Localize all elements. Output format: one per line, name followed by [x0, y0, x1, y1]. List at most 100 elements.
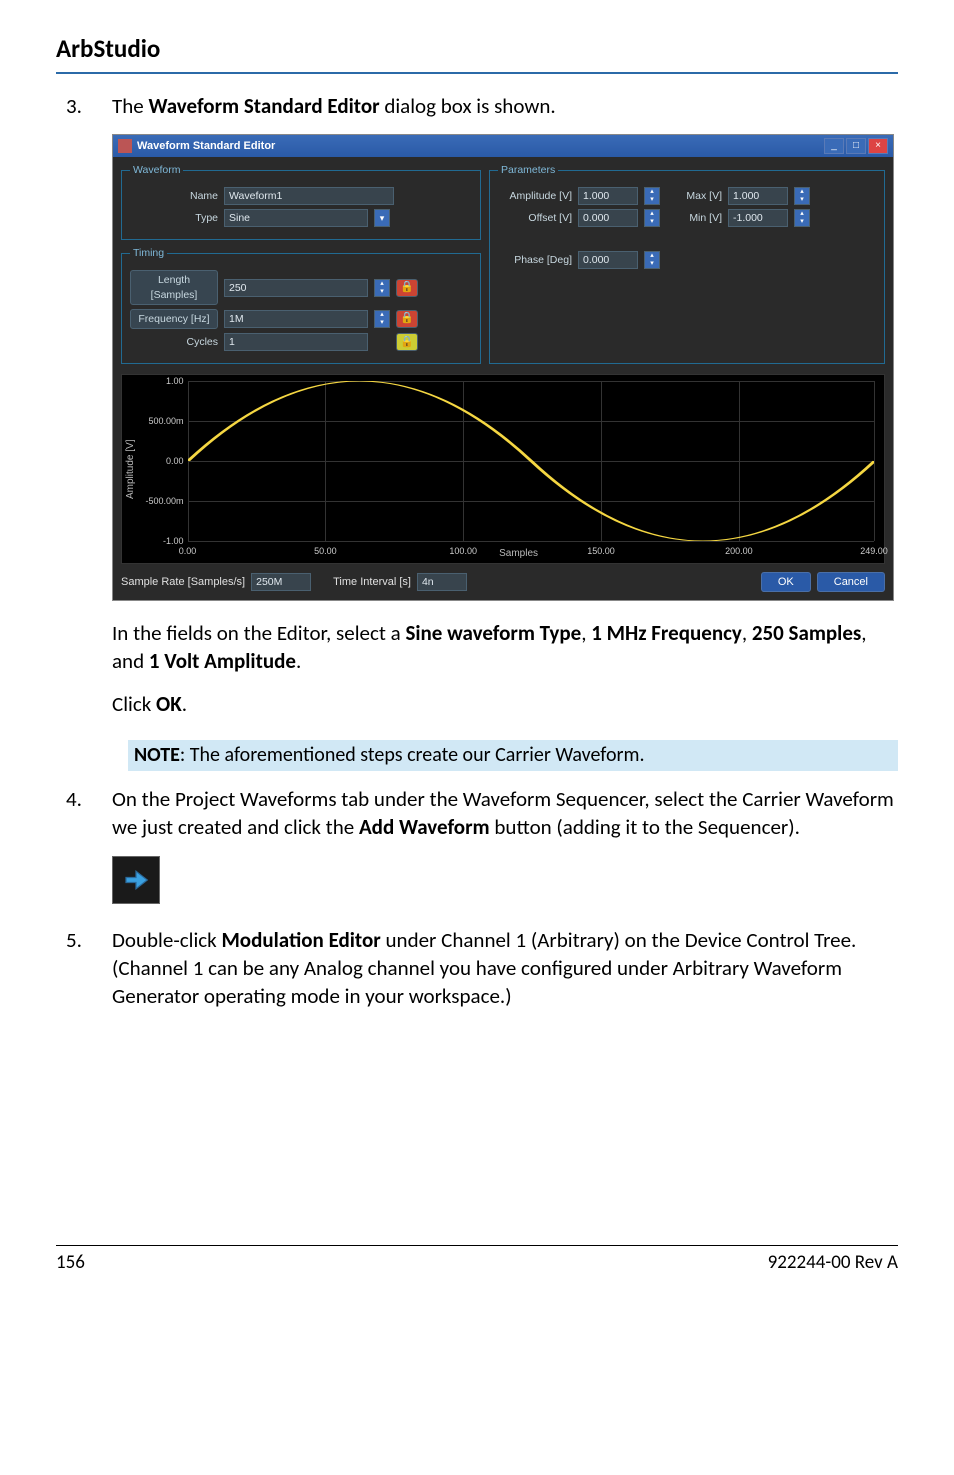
max-input[interactable]	[728, 187, 788, 205]
xtick: 0.00	[179, 545, 197, 557]
minimize-button[interactable]: _	[824, 138, 844, 154]
xtick: 50.00	[314, 545, 337, 557]
parameters-legend: Parameters	[498, 163, 558, 177]
text: ,	[742, 620, 752, 646]
step-3-number: 3.	[56, 92, 112, 732]
text-bold: OK	[156, 691, 182, 717]
type-select[interactable]	[224, 209, 368, 227]
sample-rate-input[interactable]	[251, 573, 311, 591]
sine-curve	[188, 381, 875, 541]
step-3-click-ok: Click OK.	[112, 690, 898, 718]
step-4-text: On the Project Waveforms tab under the W…	[112, 785, 898, 842]
text-bold: Modulation Editor	[221, 927, 380, 953]
text-bold: 1 Volt Amplitude	[149, 648, 296, 674]
ytick: 1.00	[142, 375, 184, 387]
offset-input[interactable]	[578, 209, 638, 227]
step-4-number: 4.	[56, 785, 112, 918]
ytick: 500.00m	[142, 415, 184, 427]
note-label: NOTE	[134, 743, 180, 767]
text: The	[112, 93, 148, 119]
text: ,	[581, 620, 591, 646]
add-waveform-icon	[112, 856, 160, 904]
chevron-down-icon[interactable]: ▾	[374, 209, 390, 227]
frequency-input[interactable]	[224, 310, 368, 328]
step-4: 4. On the Project Waveforms tab under th…	[56, 785, 898, 918]
phase-label: Phase [Deg]	[498, 253, 572, 267]
app-icon	[118, 139, 132, 153]
ytick: -500.00m	[142, 495, 184, 507]
text: button (adding it to the Sequencer).	[490, 814, 800, 840]
min-input[interactable]	[728, 209, 788, 227]
xtick: 100.00	[449, 545, 477, 557]
note-callout: NOTE: The aforementioned steps create ou…	[128, 740, 898, 771]
amplitude-label: Amplitude [V]	[498, 189, 572, 203]
arrow-right-icon	[121, 865, 151, 895]
waveform-group: Waveform Name Type ▾	[121, 163, 481, 240]
note-text: : The aforementioned steps create our Ca…	[180, 743, 645, 767]
ytick: 0.00	[142, 455, 184, 467]
min-label: Min [V]	[666, 211, 722, 225]
text-bold: Sine waveform Type	[405, 620, 581, 646]
sample-rate-label: Sample Rate [Samples/s]	[121, 575, 245, 590]
step-3-instructions: In the fields on the Editor, select a Si…	[112, 619, 898, 676]
text-bold: 1 MHz Frequency	[591, 620, 742, 646]
length-lock-icon[interactable]: 🔒	[396, 279, 418, 297]
parameters-group: Parameters Amplitude [V] ▴▾ Max [V] ▴▾ O…	[489, 163, 885, 364]
timing-group: Timing Length [Samples] ▴▾ 🔒 Frequency […	[121, 246, 481, 364]
chart-xlabel: Samples	[499, 547, 538, 561]
step-5-number: 5.	[56, 926, 112, 1025]
frequency-lock-icon[interactable]: 🔒	[396, 310, 418, 328]
text-bold: 250 Samples	[752, 620, 861, 646]
offset-spinner[interactable]: ▴▾	[644, 209, 660, 227]
page-header-title: ArbStudio	[56, 32, 898, 66]
length-button[interactable]: Length [Samples]	[130, 270, 218, 304]
cycles-lock-icon[interactable]: 🔒	[396, 333, 418, 351]
close-button[interactable]: ×	[868, 138, 888, 154]
step-3: 3. The Waveform Standard Editor dialog b…	[56, 92, 898, 732]
step-5-text: Double-click Modulation Editor under Cha…	[112, 926, 898, 1011]
waveform-legend: Waveform	[130, 163, 183, 177]
ok-button[interactable]: OK	[761, 572, 811, 592]
step-3-intro: The Waveform Standard Editor dialog box …	[112, 92, 898, 120]
frequency-spinner[interactable]: ▴▾	[374, 310, 390, 328]
xtick: 200.00	[725, 545, 753, 557]
text-bold: Add Waveform	[359, 814, 490, 840]
phase-spinner[interactable]: ▴▾	[644, 251, 660, 269]
name-input[interactable]	[224, 187, 394, 205]
text: dialog box is shown.	[380, 93, 556, 119]
step-5: 5. Double-click Modulation Editor under …	[56, 926, 898, 1025]
page-number: 156	[56, 1250, 85, 1276]
waveform-preview-chart: Amplitude [V] 1.00 500.00m 0.00 -500.00m…	[121, 374, 885, 564]
xtick: 150.00	[587, 545, 615, 557]
offset-label: Offset [V]	[498, 211, 572, 225]
dialog-title: Waveform Standard Editor	[137, 139, 824, 154]
time-interval-input[interactable]	[417, 573, 467, 591]
max-label: Max [V]	[666, 189, 722, 203]
frequency-button[interactable]: Frequency [Hz]	[130, 309, 218, 329]
timing-legend: Timing	[130, 246, 167, 260]
text: In the fields on the Editor, select a	[112, 620, 405, 646]
length-spinner[interactable]: ▴▾	[374, 279, 390, 297]
text: .	[296, 648, 301, 674]
text: Double-click	[112, 927, 221, 953]
header-underline	[56, 72, 898, 74]
waveform-standard-editor-dialog: Waveform Standard Editor _ □ × Waveform …	[112, 134, 894, 601]
text: .	[182, 691, 187, 717]
cycles-label: Cycles	[130, 335, 218, 349]
ytick: -1.00	[142, 535, 184, 547]
max-spinner[interactable]: ▴▾	[794, 187, 810, 205]
page-footer: 156 922244-00 Rev A	[56, 1245, 898, 1276]
amplitude-input[interactable]	[578, 187, 638, 205]
text: Click	[112, 691, 156, 717]
min-spinner[interactable]: ▴▾	[794, 209, 810, 227]
amplitude-spinner[interactable]: ▴▾	[644, 187, 660, 205]
dialog-titlebar: Waveform Standard Editor _ □ ×	[113, 135, 893, 157]
type-label: Type	[130, 211, 218, 225]
cancel-button[interactable]: Cancel	[817, 572, 885, 592]
length-input[interactable]	[224, 279, 368, 297]
phase-input[interactable]	[578, 251, 638, 269]
maximize-button[interactable]: □	[846, 138, 866, 154]
chart-ylabel: Amplitude [V]	[122, 375, 140, 563]
cycles-input[interactable]	[224, 333, 368, 351]
time-interval-label: Time Interval [s]	[333, 575, 411, 590]
